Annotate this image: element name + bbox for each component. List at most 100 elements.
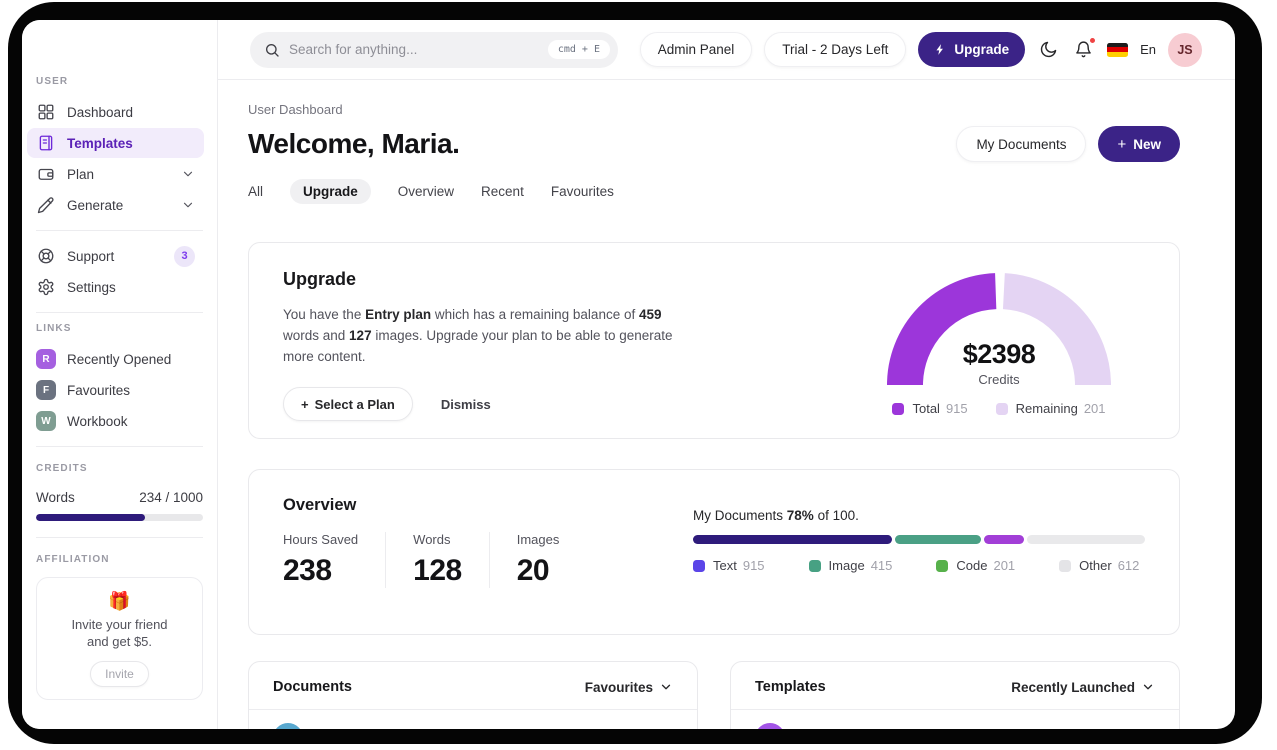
upgrade-card-actions: + Select a Plan Dismiss <box>283 387 723 422</box>
upgrade-card-text: Upgrade You have the Entry plan which ha… <box>283 269 723 422</box>
divider <box>36 537 203 538</box>
upgrade-card-title: Upgrade <box>283 269 357 289</box>
link-initial-badge: R <box>36 349 56 369</box>
admin-panel-button[interactable]: Admin Panel <box>639 32 753 67</box>
sidebar-item-workbook[interactable]: W Workbook <box>27 406 204 436</box>
divider <box>36 446 203 447</box>
document-avatar <box>273 723 303 729</box>
select-plan-button[interactable]: + Select a Plan <box>283 387 413 422</box>
search-input[interactable]: Search for anything... cmd + E <box>250 31 618 68</box>
gauge-legend: Total 915 Remaining 201 <box>892 401 1106 416</box>
documents-card-header: Documents Favourites <box>249 662 697 710</box>
credits-progress-bar <box>36 514 203 521</box>
gauge-arc: $2398 Credits <box>886 269 1112 387</box>
sidebar-item-label: Favourites <box>67 382 131 398</box>
sidebar-links-nav: R Recently Opened F Favourites W Workboo… <box>27 344 204 436</box>
legend-value: 201 <box>993 558 1016 573</box>
chevron-down-icon <box>181 167 195 181</box>
bolt-icon <box>936 44 944 55</box>
main-area: Search for anything... cmd + E Admin Pan… <box>218 20 1235 729</box>
sidebar-item-label: Support <box>67 248 115 264</box>
upgrade-card-body: You have the Entry plan which has a rema… <box>283 307 673 365</box>
sidebar-item-recently-opened[interactable]: R Recently Opened <box>27 344 204 374</box>
new-button[interactable]: + New <box>1098 126 1180 162</box>
title-row: Welcome, Maria. My Documents + New <box>248 124 1180 164</box>
templates-filter-dropdown[interactable]: Recently Launched <box>1011 680 1155 695</box>
link-initial-badge: F <box>36 380 56 400</box>
stat-value: 20 <box>516 554 550 587</box>
sidebar-item-templates[interactable]: Templates <box>27 128 204 158</box>
sidebar-item-settings[interactable]: Settings <box>27 272 204 302</box>
lifebuoy-icon <box>36 246 56 266</box>
sidebar-item-support[interactable]: Support 3 <box>27 241 204 271</box>
tab-upgrade[interactable]: Upgrade <box>290 178 371 204</box>
bar-segment-other <box>1027 535 1145 544</box>
notifications-button[interactable] <box>1072 37 1097 61</box>
breadcrumb: User Dashboard <box>248 102 343 117</box>
plus-icon: + <box>301 396 309 412</box>
tab-bar: All Upgrade Overview Recent Favourites <box>248 178 1180 204</box>
window-frame: USER Dashboard Templates Plan Generate S… <box>8 2 1262 744</box>
stat-images: Images 20 <box>517 532 587 588</box>
sidebar-item-label: Recently Opened <box>67 351 172 367</box>
stat-value: 128 <box>413 554 462 587</box>
legend-swatch <box>1059 559 1072 572</box>
sidebar: USER Dashboard Templates Plan Generate S… <box>22 20 218 729</box>
dismiss-button[interactable]: Dismiss <box>441 397 491 412</box>
stat-value: 238 <box>283 554 332 587</box>
language-selector[interactable]: En <box>1140 42 1156 57</box>
invite-button[interactable]: Invite <box>90 660 149 687</box>
upgrade-button[interactable]: Upgrade <box>918 32 1026 67</box>
trial-status-button[interactable]: Trial - 2 Days Left <box>764 32 907 67</box>
pencil-icon <box>36 195 56 215</box>
wallet-icon <box>36 164 56 184</box>
german-flag-icon[interactable] <box>1107 42 1129 57</box>
user-avatar[interactable]: JS <box>1168 32 1202 67</box>
chevron-down-icon <box>661 684 671 690</box>
tab-overview[interactable]: Overview <box>398 184 454 199</box>
affiliation-card: 🎁 Invite your friend and get $5. Invite <box>36 577 203 700</box>
legend-value: 201 <box>1083 401 1106 416</box>
tab-recent[interactable]: Recent <box>481 184 524 199</box>
chevron-down-icon <box>181 198 195 212</box>
legend-swatch <box>936 559 949 572</box>
stat-hours-saved: Hours Saved 238 <box>283 532 387 588</box>
document-row[interactable]: Untitled Document in Workbook <box>249 710 697 729</box>
my-documents-button[interactable]: My Documents <box>956 126 1087 162</box>
legend-item-image: Image 415 <box>808 558 892 573</box>
templates-icon <box>36 133 56 153</box>
stat-label: Hours Saved <box>283 532 359 547</box>
template-row[interactable]: Blog Post Title in Workbook <box>731 710 1179 729</box>
chevron-down-icon <box>1143 684 1153 690</box>
dark-mode-toggle[interactable] <box>1037 38 1060 61</box>
new-button-label: New <box>1133 136 1161 152</box>
affiliation-text-line1: Invite your friend <box>71 617 168 632</box>
stacked-progress-bar <box>693 535 1145 544</box>
notification-dot <box>1089 37 1097 44</box>
templates-card-header: Templates Recently Launched <box>731 662 1179 710</box>
documents-card-title: Documents <box>273 679 352 695</box>
credits-progress-fill <box>36 514 145 521</box>
legend-label: Text <box>713 558 737 573</box>
sidebar-item-favourites[interactable]: F Favourites <box>27 375 204 405</box>
documents-progress-chart: My Documents 78% of 100. Text 915 Image … <box>693 508 1145 608</box>
sidebar-item-generate[interactable]: Generate <box>27 190 204 220</box>
sidebar-item-dashboard[interactable]: Dashboard <box>27 97 204 127</box>
page-content: User Dashboard Welcome, Maria. My Docume… <box>218 80 1235 729</box>
legend-label: Other <box>1079 558 1112 573</box>
bar-segment-image <box>894 535 981 544</box>
tab-favourites[interactable]: Favourites <box>551 184 614 199</box>
divider <box>36 230 203 231</box>
documents-filter-dropdown[interactable]: Favourites <box>585 680 673 695</box>
sidebar-item-plan[interactable]: Plan <box>27 159 204 189</box>
templates-card: Templates Recently Launched Blog Post Ti… <box>730 661 1180 729</box>
gear-icon <box>36 277 56 297</box>
search-shortcut-badge: cmd + E <box>547 40 610 59</box>
tab-all[interactable]: All <box>248 184 263 199</box>
sidebar-secondary-nav: Support 3 Settings <box>27 241 204 302</box>
legend-label: Image <box>828 558 865 573</box>
legend-label: Remaining <box>1015 401 1078 416</box>
stat-words: Words 128 <box>413 532 490 588</box>
title-actions: My Documents + New <box>956 126 1180 162</box>
credits-usage-widget: Words 234 / 1000 <box>36 490 203 521</box>
